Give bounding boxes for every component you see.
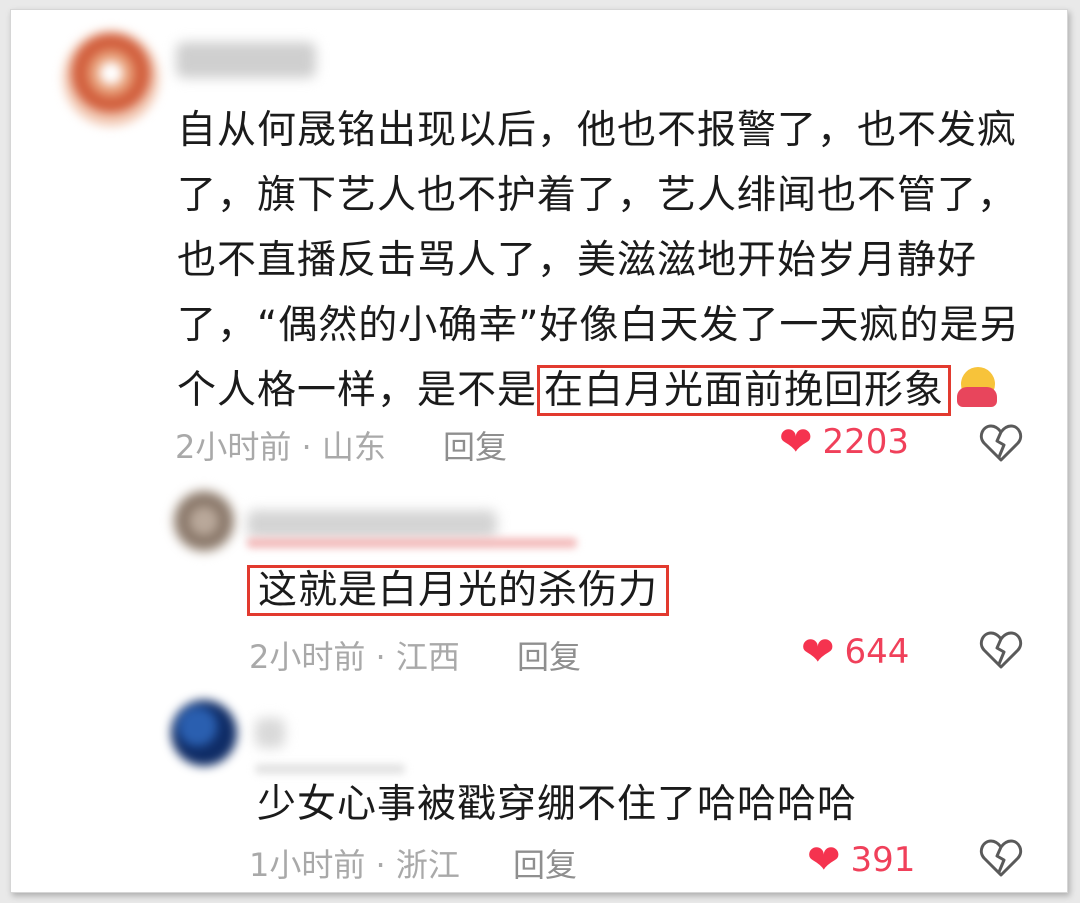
reply-button[interactable]: 回复 bbox=[517, 632, 581, 678]
comment-meta: 1小时前 · 浙江 bbox=[249, 846, 460, 884]
comment-line: 了，旗下艺人也不护着了，艺人绯闻也不管了， bbox=[177, 173, 1018, 218]
comment-screenshot-frame: 自从何晟铭出现以后，他也不报警了，也不发疯 了，旗下艺人也不护着了，艺人绯闻也不… bbox=[10, 9, 1068, 893]
dislike-broken-heart-icon[interactable] bbox=[979, 423, 1023, 463]
like-button[interactable]: ❤ 2203 bbox=[779, 422, 909, 462]
reply-to-blurred bbox=[247, 538, 577, 548]
avatar[interactable] bbox=[171, 488, 237, 554]
username-blurred[interactable] bbox=[255, 718, 285, 748]
comment-meta: 2小时前 · 山东 bbox=[175, 428, 386, 466]
heart-icon: ❤ bbox=[779, 419, 813, 465]
comment-line-last: 个人格一样，是不是 在白月光面前挽回形象 bbox=[177, 358, 1019, 423]
like-button[interactable]: ❤ 644 bbox=[801, 632, 909, 672]
reply-button[interactable]: 回复 bbox=[513, 840, 577, 886]
like-count: 391 bbox=[850, 840, 916, 880]
comment-text: 少女心事被戳穿绷不住了哈哈哈哈 bbox=[257, 782, 858, 827]
username-blurred[interactable] bbox=[176, 42, 316, 78]
hugging-face-icon bbox=[957, 367, 998, 407]
like-count: 644 bbox=[844, 632, 910, 672]
comment-line: 自从何晟铭出现以后，他也不报警了，也不发疯 bbox=[177, 108, 1018, 153]
heart-icon: ❤ bbox=[801, 629, 835, 675]
avatar[interactable] bbox=[63, 30, 159, 126]
reply-button[interactable]: 回复 bbox=[443, 422, 507, 468]
comment-text: 这就是白月光的杀伤力 bbox=[247, 558, 670, 623]
avatar[interactable] bbox=[171, 700, 237, 766]
dislike-broken-heart-icon[interactable] bbox=[979, 630, 1023, 670]
like-button[interactable]: ❤ 391 bbox=[807, 840, 915, 880]
like-count: 2203 bbox=[822, 422, 910, 462]
comment-line: 了，“偶然的小确幸”好像白天发了一天疯的是另 bbox=[177, 303, 1020, 348]
comment-text: 自从何晟铭出现以后，他也不报警了，也不发疯 了，旗下艺人也不护着了，艺人绯闻也不… bbox=[177, 98, 1019, 423]
dislike-broken-heart-icon[interactable] bbox=[979, 838, 1023, 878]
heart-icon: ❤ bbox=[807, 837, 841, 883]
highlighted-phrase: 这就是白月光的杀伤力 bbox=[247, 565, 670, 616]
username-blurred[interactable] bbox=[247, 510, 497, 538]
comment-line: 个人格一样，是不是 bbox=[177, 368, 538, 413]
highlighted-phrase: 在白月光面前挽回形象 bbox=[537, 365, 952, 416]
comment-line: 也不直播反击骂人了，美滋滋地开始岁月静好 bbox=[177, 238, 978, 283]
comment-meta: 2小时前 · 江西 bbox=[249, 638, 460, 676]
